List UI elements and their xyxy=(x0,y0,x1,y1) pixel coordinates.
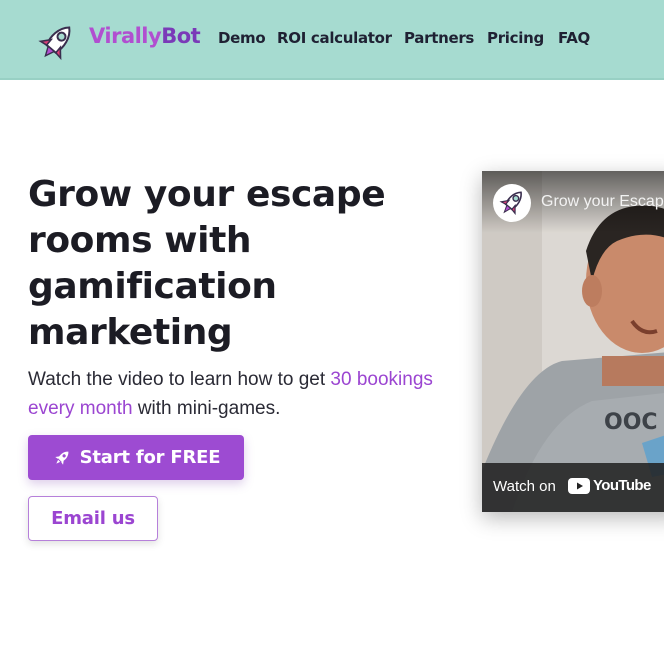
youtube-wordmark: YouTube xyxy=(593,477,651,494)
brand-name-part1: Virally xyxy=(89,24,162,48)
rocket-icon xyxy=(38,26,71,61)
nav-link-roi-calculator[interactable]: ROI calculator xyxy=(277,29,392,47)
nav-link-demo[interactable]: Demo xyxy=(218,29,266,47)
brand-logo[interactable]: VirallyBot xyxy=(32,20,201,64)
rocket-icon xyxy=(499,191,522,216)
nav-link-pricing[interactable]: Pricing xyxy=(487,29,544,47)
hero-subtitle-text-end: with mini-games. xyxy=(132,398,281,419)
hero-title: Grow your escape rooms with gamification… xyxy=(28,174,386,353)
video-title[interactable]: Grow your Escap xyxy=(541,193,664,211)
youtube-play-icon xyxy=(568,477,590,494)
rocket-icon xyxy=(54,451,68,465)
hero-subtitle: Watch the video to learn how to get 30 b… xyxy=(28,365,448,423)
brand-name-part2: Bot xyxy=(161,24,201,48)
watch-on-label: Watch on xyxy=(493,478,556,495)
email-us-button[interactable]: Email us xyxy=(28,496,158,541)
brand-name: VirallyBot xyxy=(89,24,201,48)
nav-link-partners[interactable]: Partners xyxy=(404,29,474,47)
video-embed[interactable]: OOC Grow your Escap Watch on YouTube xyxy=(482,171,664,512)
hero-subtitle-text: Watch the video to learn how to get xyxy=(28,369,331,390)
email-us-label: Email us xyxy=(51,508,135,529)
video-title-bar: Grow your Escap xyxy=(482,171,664,233)
site-header: VirallyBot Demo ROI calculator Partners … xyxy=(0,0,664,80)
youtube-logo[interactable]: YouTube xyxy=(568,477,651,494)
start-for-free-label: Start for FREE xyxy=(79,447,221,468)
start-for-free-button[interactable]: Start for FREE xyxy=(28,435,244,480)
channel-avatar[interactable] xyxy=(493,184,531,222)
svg-text:OOC: OOC xyxy=(604,410,658,435)
nav-link-faq[interactable]: FAQ xyxy=(558,29,590,47)
watch-on-youtube-bar[interactable]: Watch on YouTube xyxy=(482,463,664,512)
